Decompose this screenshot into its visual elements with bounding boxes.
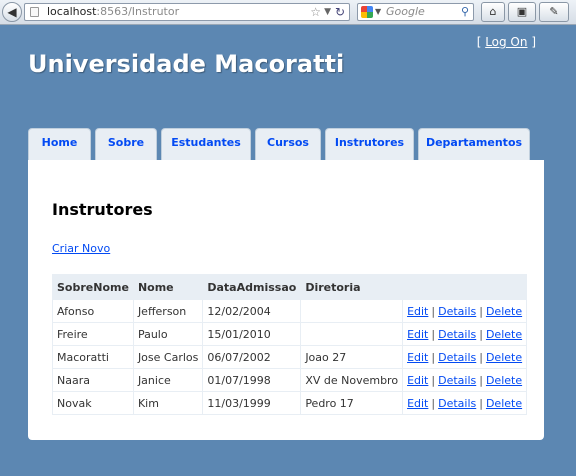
- logon-bracket-close: ]: [527, 35, 536, 49]
- tab-sobre[interactable]: Sobre: [95, 128, 157, 161]
- tab-departamentos[interactable]: Departamentos: [418, 128, 530, 161]
- cell-nome: Jefferson: [132, 299, 204, 323]
- cell-diretoria: [300, 299, 404, 323]
- action-separator: |: [479, 304, 483, 318]
- details-link[interactable]: Details: [438, 328, 476, 341]
- column-header-nome: Nome: [132, 274, 204, 300]
- bookmarks-icon[interactable]: ▣: [508, 2, 536, 22]
- action-separator: |: [431, 373, 436, 387]
- cell-sobrenome: Freire: [52, 322, 134, 346]
- edit-link[interactable]: Edit: [407, 328, 428, 341]
- table-row: Afonso Jefferson 12/02/2004 Edit | Details | De…: [52, 299, 528, 323]
- details-link[interactable]: Details: [438, 374, 476, 387]
- details-link[interactable]: Details: [438, 351, 476, 364]
- search-input[interactable]: ▼ Google ⚲: [357, 3, 474, 21]
- details-link[interactable]: Details: [438, 305, 476, 318]
- logon-link[interactable]: Log On: [485, 35, 527, 49]
- home-icon[interactable]: ⌂: [481, 2, 505, 22]
- action-separator: |: [479, 373, 483, 387]
- cell-actions: Edit | Details | Delete: [402, 299, 528, 323]
- delete-link[interactable]: Delete: [486, 305, 522, 318]
- cell-sobrenome: Macoratti: [52, 345, 134, 369]
- cell-actions: Edit | Details | Delete: [402, 391, 528, 415]
- url-text: localhost:8563/Instrutor: [47, 4, 179, 20]
- action-separator: |: [431, 327, 436, 341]
- search-placeholder: Google: [386, 5, 425, 18]
- dropdown-icon[interactable]: ▼: [324, 4, 331, 20]
- cell-nome: Kim: [132, 391, 204, 415]
- table-header-row: SobreNome Nome DataAdmissao Diretoria: [52, 274, 528, 300]
- url-host: localhost: [47, 5, 97, 18]
- edit-link[interactable]: Edit: [407, 351, 428, 364]
- cell-diretoria: XV de Novembro: [300, 368, 404, 392]
- cell-diretoria: Joao 27: [300, 345, 404, 369]
- edit-link[interactable]: Edit: [407, 374, 428, 387]
- cell-sobrenome: Naara: [52, 368, 134, 392]
- engine-dropdown-icon[interactable]: ▼: [375, 4, 381, 20]
- back-arrow-icon[interactable]: ◀: [2, 2, 22, 22]
- details-link[interactable]: Details: [438, 397, 476, 410]
- address-bar[interactable]: localhost:8563/Instrutor ☆ ▼ ↻: [24, 3, 350, 21]
- cell-actions: Edit | Details | Delete: [402, 345, 528, 369]
- action-separator: |: [479, 350, 483, 364]
- cell-actions: Edit | Details | Delete: [402, 322, 528, 346]
- column-header-diretoria: Diretoria: [300, 274, 404, 300]
- delete-link[interactable]: Delete: [486, 351, 522, 364]
- create-new-link[interactable]: Criar Novo: [52, 242, 110, 255]
- cell-dataadmissao: 15/01/2010: [202, 322, 302, 346]
- cell-diretoria: [300, 322, 404, 346]
- cell-actions: Edit | Details | Delete: [402, 368, 528, 392]
- reload-icon[interactable]: ↻: [335, 4, 345, 20]
- action-separator: |: [479, 396, 483, 410]
- action-separator: |: [431, 304, 436, 318]
- column-header-sobrenome: SobreNome: [52, 274, 134, 300]
- cell-nome: Jose Carlos: [132, 345, 204, 369]
- action-separator: |: [431, 350, 436, 364]
- table-row: Naara Janice 01/07/1998 XV de Novembro Edit |…: [52, 368, 528, 392]
- action-separator: |: [431, 396, 436, 410]
- delete-link[interactable]: Delete: [486, 397, 522, 410]
- logon-bracket-open: [: [476, 35, 486, 49]
- cell-sobrenome: Afonso: [52, 299, 134, 323]
- main-content: Instrutores Criar Novo SobreNome Nome Da…: [28, 160, 544, 440]
- cell-dataadmissao: 06/07/2002: [202, 345, 302, 369]
- tab-cursos[interactable]: Cursos: [255, 128, 321, 161]
- browser-toolbar: ◀ localhost:8563/Instrutor ☆ ▼ ↻ ▼ Googl…: [0, 0, 576, 25]
- column-header-dataadmissao: DataAdmissao: [202, 274, 302, 300]
- cell-sobrenome: Novak: [52, 391, 134, 415]
- logon-display: [ Log On ]: [477, 35, 536, 49]
- tab-estudantes[interactable]: Estudantes: [161, 128, 251, 161]
- column-header-actions: [402, 274, 528, 300]
- table-row: Macoratti Jose Carlos 06/07/2002 Joao 27 Edi…: [52, 345, 528, 369]
- tab-home[interactable]: Home: [28, 128, 91, 161]
- cell-diretoria: Pedro 17: [300, 391, 404, 415]
- site-title: Universidade Macoratti: [28, 50, 345, 78]
- instructors-table: SobreNome Nome DataAdmissao Diretoria Af…: [52, 274, 528, 415]
- cell-dataadmissao: 01/07/1998: [202, 368, 302, 392]
- edit-link[interactable]: Edit: [407, 305, 428, 318]
- delete-link[interactable]: Delete: [486, 374, 522, 387]
- tools-icon[interactable]: ✎: [539, 2, 569, 22]
- search-icon[interactable]: ⚲: [461, 4, 469, 20]
- edit-link[interactable]: Edit: [407, 397, 428, 410]
- cell-nome: Janice: [132, 368, 204, 392]
- tab-instrutores[interactable]: Instrutores: [325, 128, 414, 161]
- cell-dataadmissao: 12/02/2004: [202, 299, 302, 323]
- cell-nome: Paulo: [132, 322, 204, 346]
- table-row: Freire Paulo 15/01/2010 Edit | Details | Delete: [52, 322, 528, 346]
- url-path: :8563/Instrutor: [96, 5, 180, 18]
- cell-dataadmissao: 11/03/1999: [202, 391, 302, 415]
- page-title: Instrutores: [52, 200, 153, 219]
- action-separator: |: [479, 327, 483, 341]
- delete-link[interactable]: Delete: [486, 328, 522, 341]
- page-icon: [30, 7, 39, 17]
- table-row: Novak Kim 11/03/1999 Pedro 17 Edit | Details | D…: [52, 391, 528, 415]
- google-icon[interactable]: [361, 6, 373, 18]
- star-icon[interactable]: ☆: [310, 4, 321, 20]
